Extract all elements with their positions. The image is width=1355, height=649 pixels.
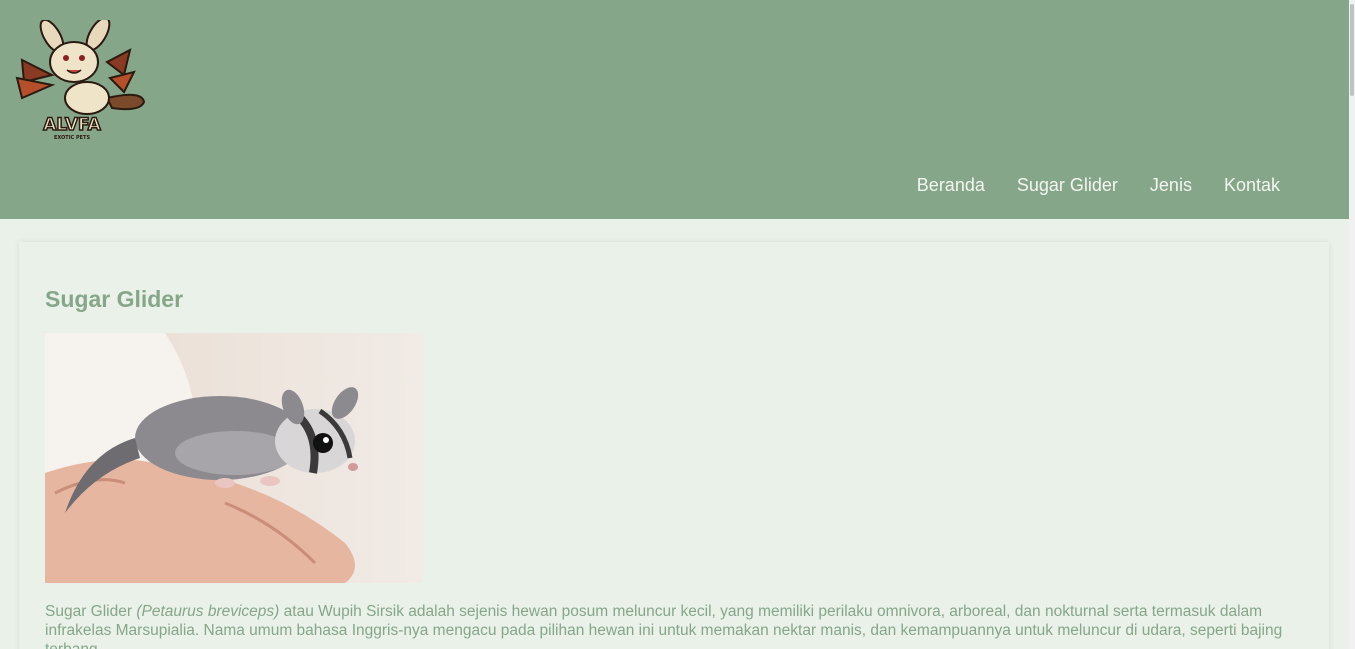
scrollbar-thumb[interactable] — [1350, 4, 1354, 96]
description-lead: Sugar Glider — [45, 603, 137, 620]
sugar-glider-photo — [45, 333, 423, 583]
page-title: Sugar Glider — [45, 286, 184, 312]
alvfa-logo[interactable]: ALVFA EXOTIC PETS — [12, 16, 148, 142]
sugar-glider-description: Sugar Glider (Petaurus breviceps) atau W… — [45, 602, 1305, 649]
svg-text:ALVFA: ALVFA — [43, 115, 101, 135]
site-header: ALVFA EXOTIC PETS Beranda Sugar Glider J… — [0, 0, 1349, 219]
nav-beranda[interactable]: Beranda — [917, 175, 985, 196]
scientific-name: (Petaurus breviceps) — [136, 603, 280, 620]
nav-kontak[interactable]: Kontak — [1224, 175, 1280, 196]
nav-sugar-glider[interactable]: Sugar Glider — [1017, 175, 1118, 196]
nav-jenis[interactable]: Jenis — [1150, 175, 1192, 196]
svg-text:EXOTIC PETS: EXOTIC PETS — [54, 135, 91, 141]
page-scrollbar[interactable] — [1349, 0, 1355, 649]
content-card: Sugar Glider Sugar Glider (Petaurus brev… — [19, 242, 1329, 649]
main-nav: Beranda Sugar Glider Jenis Kontak — [917, 175, 1280, 196]
